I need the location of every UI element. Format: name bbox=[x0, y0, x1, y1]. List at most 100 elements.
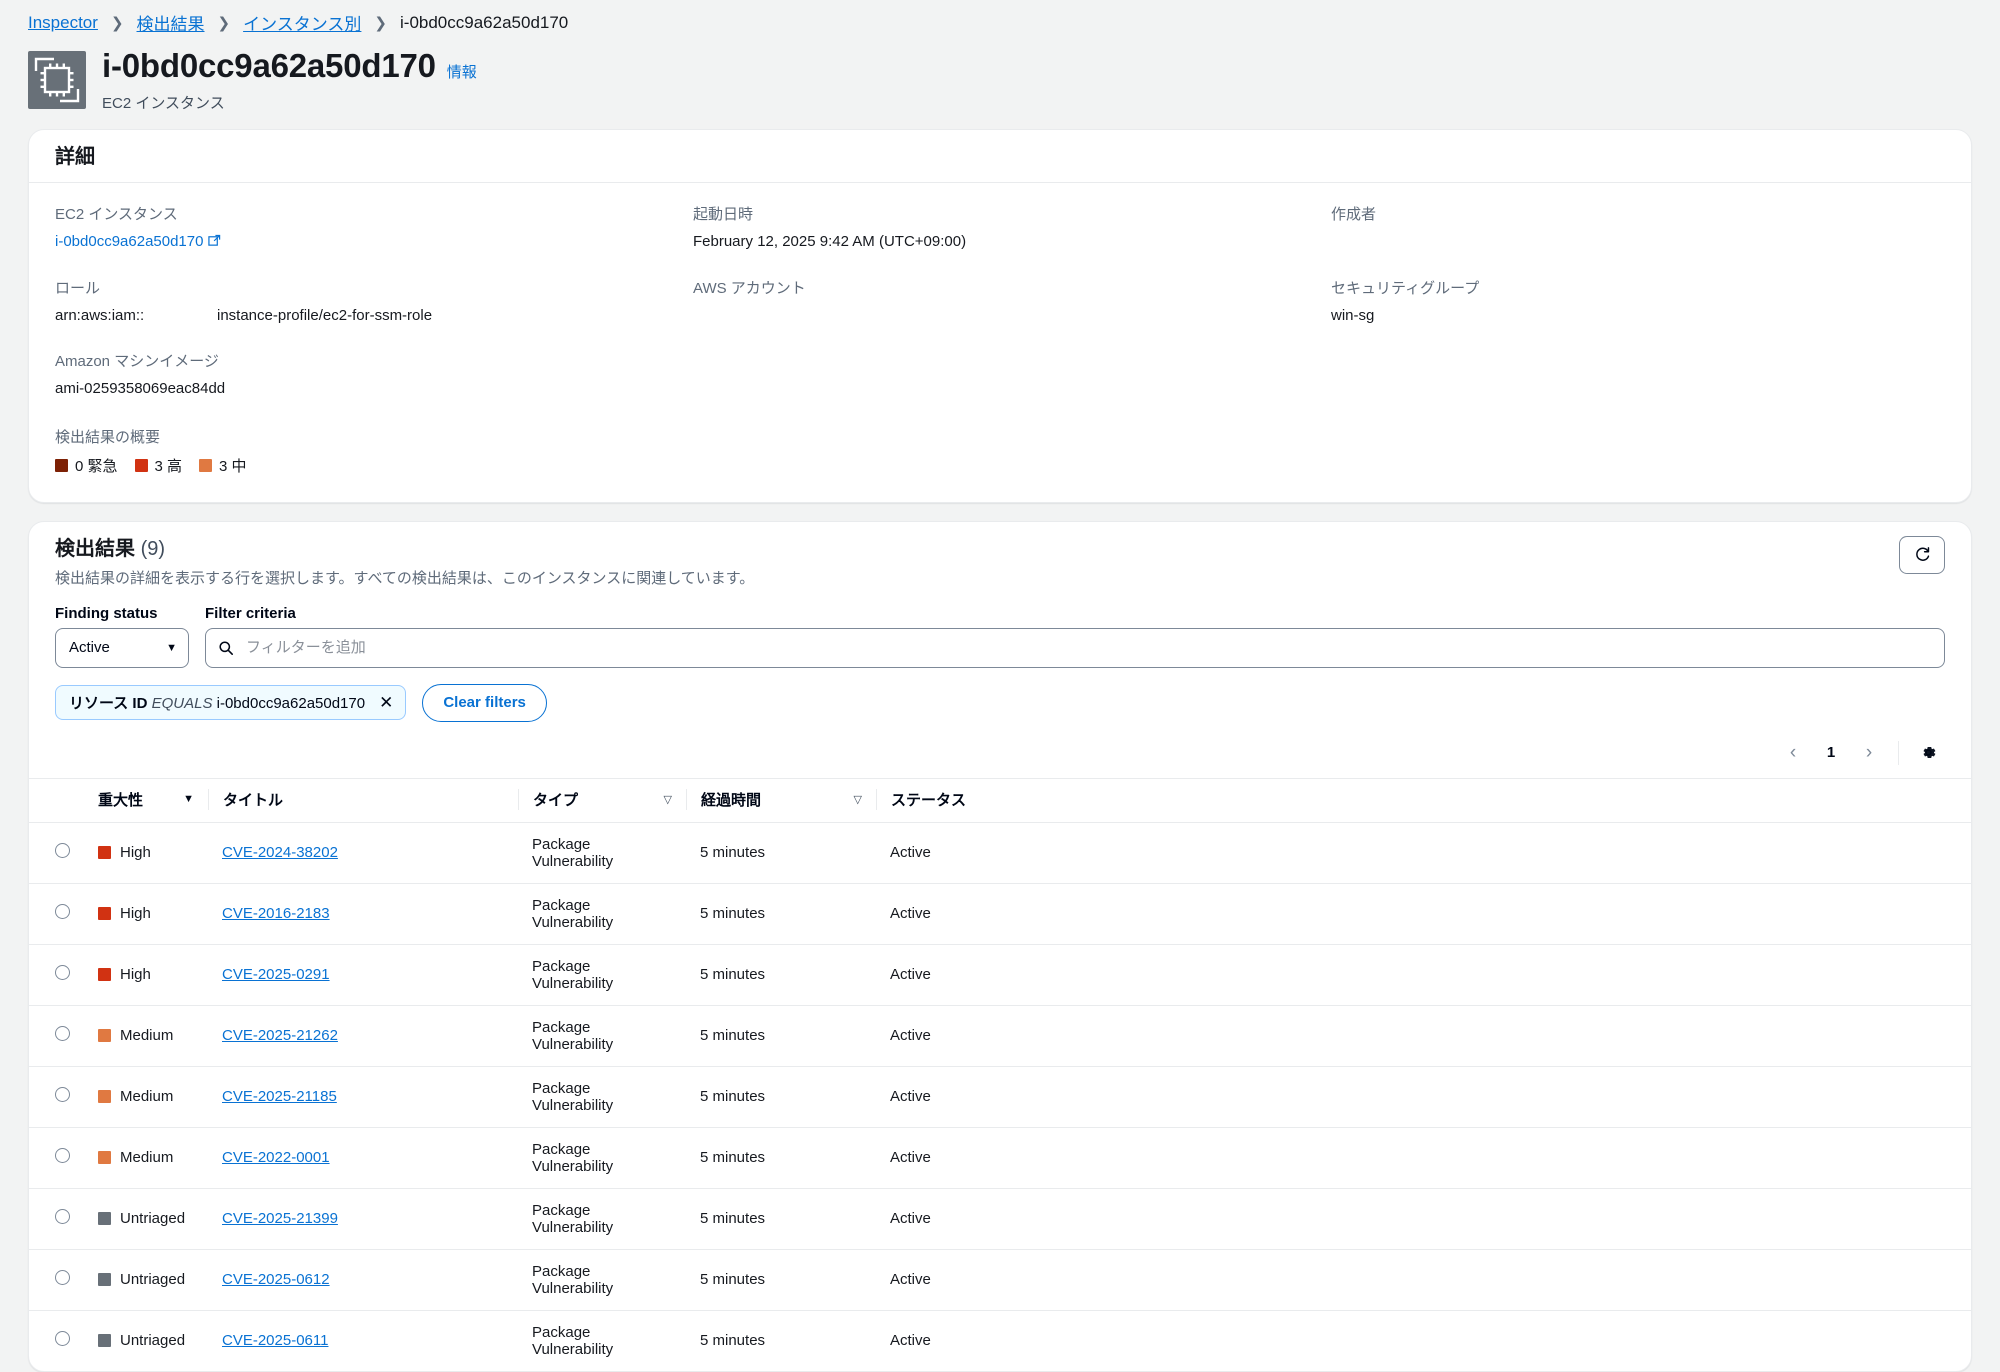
table-preferences-button[interactable] bbox=[1911, 736, 1945, 770]
finding-title-link[interactable]: CVE-2025-21399 bbox=[222, 1210, 338, 1227]
table-row[interactable]: Untriaged CVE-2025-0612 Package Vulnerabil… bbox=[29, 1249, 1971, 1311]
detail-value: February 12, 2025 9:42 AM (UTC+09:00) bbox=[693, 232, 967, 250]
row-radio-button[interactable] bbox=[55, 1270, 70, 1286]
table-row[interactable]: Medium CVE-2025-21185 Package Vulnerabilit… bbox=[29, 1066, 1971, 1128]
next-page-button[interactable]: › bbox=[1852, 736, 1886, 770]
severity-color-swatch bbox=[98, 1334, 111, 1348]
page-header: i-0bd0cc9a62a50d170 情報 EC2 インスタンス bbox=[0, 39, 2000, 129]
column-severity[interactable]: 重大性 ▼ bbox=[84, 777, 208, 823]
table-row[interactable]: Medium CVE-2022-0001 Package Vulnerability… bbox=[29, 1127, 1971, 1189]
severity-color-swatch bbox=[98, 1029, 111, 1043]
title-cell[interactable]: CVE-2025-21399 bbox=[208, 1188, 518, 1250]
row-radio-button[interactable] bbox=[55, 1148, 70, 1164]
info-link[interactable]: 情報 bbox=[447, 61, 477, 82]
filter-search-input[interactable] bbox=[244, 638, 1932, 658]
title-cell[interactable]: CVE-2022-0001 bbox=[208, 1127, 518, 1189]
row-radio-button[interactable] bbox=[55, 1026, 70, 1042]
prev-page-button[interactable]: ‹ bbox=[1776, 736, 1810, 770]
table-row[interactable]: High CVE-2016-2183 Package Vulnerability 5 … bbox=[29, 883, 1971, 945]
severity-cell: High bbox=[84, 944, 208, 1006]
table-row[interactable]: Untriaged CVE-2025-21399 Package Vulnerabi… bbox=[29, 1188, 1971, 1250]
breadcrumb-separator: ❯ bbox=[217, 14, 231, 32]
title-cell[interactable]: CVE-2025-0612 bbox=[208, 1249, 518, 1311]
table-row[interactable]: Medium CVE-2025-21262 Package Vulnerabilit… bbox=[29, 1005, 1971, 1067]
row-radio-button[interactable] bbox=[55, 1331, 70, 1347]
row-radio-button[interactable] bbox=[55, 1209, 70, 1225]
finding-title-link[interactable]: CVE-2025-0612 bbox=[222, 1271, 330, 1288]
details-grid: EC2 インスタンス i-0bd0cc9a62a50d170 起動日時 Februar… bbox=[55, 203, 1945, 400]
clear-filters-button[interactable]: Clear filters bbox=[422, 683, 547, 722]
status-cell: Active bbox=[876, 822, 1971, 884]
severity-label: Medium bbox=[120, 1027, 174, 1045]
row-select-cell[interactable] bbox=[29, 1188, 84, 1250]
filter-search-box[interactable] bbox=[205, 627, 1945, 668]
row-radio-button[interactable] bbox=[55, 1087, 70, 1103]
filter-token-resource-id[interactable]: リソース ID EQUALS i-0bd0cc9a62a50d170 ✕ bbox=[55, 685, 407, 721]
detail-label: セキュリティグループ bbox=[1331, 280, 1480, 298]
finding-title-link[interactable]: CVE-2024-38202 bbox=[222, 844, 338, 861]
finding-status-select[interactable]: Active ▼ bbox=[55, 627, 189, 668]
age-cell: 5 minutes bbox=[686, 944, 876, 1006]
page-number-1[interactable]: 1 bbox=[1814, 736, 1848, 770]
title-cell[interactable]: CVE-2025-21262 bbox=[208, 1005, 518, 1067]
row-select-cell[interactable] bbox=[29, 1066, 84, 1128]
type-cell: Package Vulnerability bbox=[518, 883, 686, 945]
column-title-label: タイトル bbox=[223, 791, 284, 809]
table-row[interactable]: Untriaged CVE-2025-0611 Package Vulnerabil… bbox=[29, 1310, 1971, 1371]
gear-icon bbox=[1922, 747, 1935, 759]
detail-label: 作成者 bbox=[1331, 205, 1377, 223]
finding-title-link[interactable]: CVE-2025-21185 bbox=[222, 1088, 337, 1105]
breadcrumb-item-3[interactable]: インスタンス別 bbox=[243, 10, 361, 35]
row-select-cell[interactable] bbox=[29, 1310, 84, 1371]
title-cell[interactable]: CVE-2025-0291 bbox=[208, 944, 518, 1006]
findings-title-text: 検出結果 bbox=[55, 537, 135, 560]
column-age[interactable]: 経過時間 ▽ bbox=[686, 777, 876, 823]
detail-value[interactable]: i-0bd0cc9a62a50d170 bbox=[55, 232, 669, 253]
severity-summary-text: 0 緊急 bbox=[75, 457, 118, 475]
finding-status-value: Active bbox=[69, 639, 110, 657]
row-select-cell[interactable] bbox=[29, 1249, 84, 1311]
row-select-cell[interactable] bbox=[29, 883, 84, 945]
finding-title-link[interactable]: CVE-2016-2183 bbox=[222, 905, 330, 922]
title-cell[interactable]: CVE-2025-0611 bbox=[208, 1310, 518, 1371]
breadcrumb-item-1[interactable]: Inspector bbox=[28, 13, 98, 33]
severity-label: High bbox=[120, 905, 151, 923]
sort-icon: ▽ bbox=[663, 793, 672, 806]
severity-cell: Untriaged bbox=[84, 1249, 208, 1311]
finding-title-link[interactable]: CVE-2025-0291 bbox=[222, 966, 330, 983]
detail-value bbox=[693, 306, 1307, 326]
refresh-button[interactable] bbox=[1899, 535, 1945, 574]
detail-field: ロール arn:aws:iam:: instance-profile/ec2-for… bbox=[55, 277, 669, 326]
column-type-label: タイプ bbox=[533, 791, 579, 809]
detail-value: win-sg bbox=[1331, 307, 1375, 325]
severity-label: Untriaged bbox=[120, 1271, 186, 1289]
row-radio-button[interactable] bbox=[55, 904, 70, 920]
table-row[interactable]: High CVE-2024-38202 Package Vulnerability 5… bbox=[29, 822, 1971, 884]
details-header: 詳細 bbox=[29, 130, 1971, 182]
severity-label: High bbox=[120, 966, 151, 984]
severity-summary-item: 3 中 bbox=[199, 455, 247, 476]
title-cell[interactable]: CVE-2016-2183 bbox=[208, 883, 518, 945]
detail-label: EC2 インスタンス bbox=[55, 205, 178, 223]
finding-title-link[interactable]: CVE-2022-0001 bbox=[222, 1149, 330, 1166]
row-select-cell[interactable] bbox=[29, 1005, 84, 1067]
status-cell: Active bbox=[876, 1188, 1971, 1250]
breadcrumb-item-2[interactable]: 検出結果 bbox=[137, 10, 205, 35]
table-row[interactable]: High CVE-2025-0291 Package Vulnerability 5 … bbox=[29, 944, 1971, 1006]
row-radio-button[interactable] bbox=[55, 965, 70, 981]
title-cell[interactable]: CVE-2024-38202 bbox=[208, 822, 518, 884]
row-select-cell[interactable] bbox=[29, 822, 84, 884]
row-select-cell[interactable] bbox=[29, 1127, 84, 1189]
type-cell: Package Vulnerability bbox=[518, 1188, 686, 1250]
row-select-cell[interactable] bbox=[29, 944, 84, 1006]
finding-title-link[interactable]: CVE-2025-21262 bbox=[222, 1027, 338, 1044]
close-icon[interactable]: ✕ bbox=[377, 694, 395, 711]
role-arn-suffix: instance-profile/ec2-for-ssm-role bbox=[217, 307, 433, 325]
finding-title-link[interactable]: CVE-2025-0611 bbox=[222, 1332, 328, 1349]
row-radio-button[interactable] bbox=[55, 843, 70, 859]
detail-field: EC2 インスタンス i-0bd0cc9a62a50d170 bbox=[55, 203, 669, 253]
detail-value-link[interactable]: i-0bd0cc9a62a50d170 bbox=[55, 233, 203, 250]
title-cell[interactable]: CVE-2025-21185 bbox=[208, 1066, 518, 1128]
findings-title: 検出結果 (9) bbox=[55, 536, 754, 562]
column-type[interactable]: タイプ ▽ bbox=[518, 777, 686, 823]
